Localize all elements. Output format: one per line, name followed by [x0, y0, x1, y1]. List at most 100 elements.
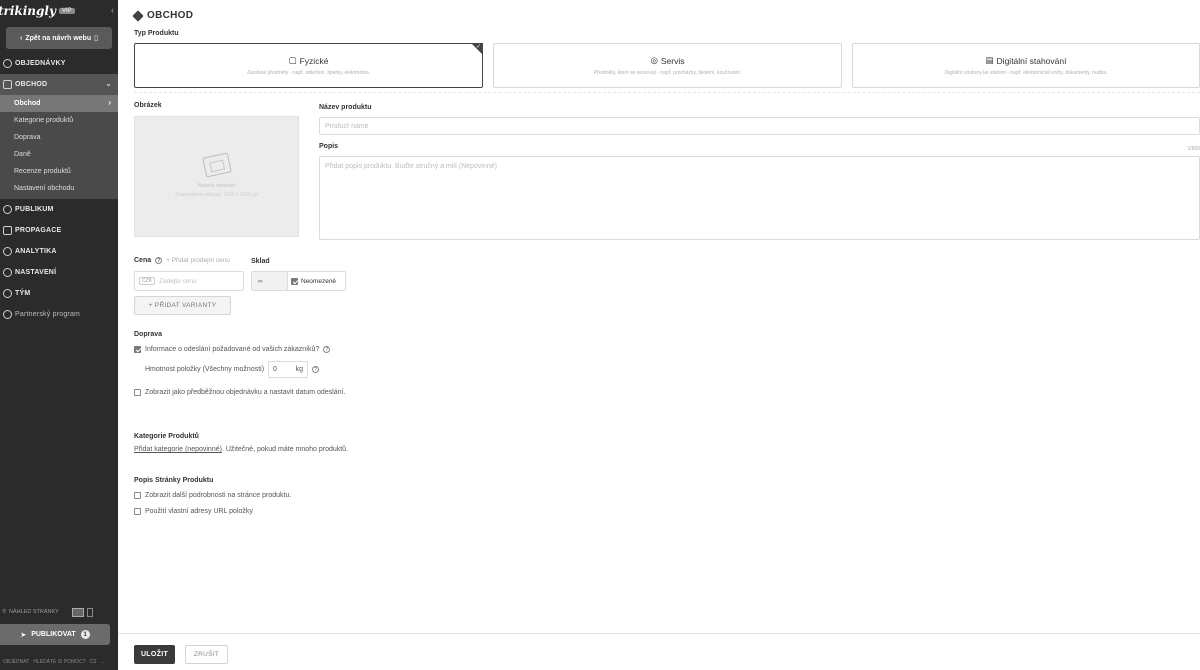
- show-details-checkbox[interactable]: [134, 492, 141, 499]
- publish-button[interactable]: ➤ PUBLIKOVAT 1: [0, 624, 110, 645]
- unlimited-toggle[interactable]: Neomezené: [288, 277, 337, 285]
- file-icon: ▤: [985, 55, 994, 65]
- price-placeholder: Zadejte cenu: [159, 277, 197, 285]
- nav-label: PROPAGACE: [15, 227, 62, 234]
- chevron-down-icon: ⌄: [105, 79, 112, 88]
- nav-partner-program[interactable]: Partnerský program: [0, 304, 118, 325]
- shipping-label: Doprava: [134, 331, 163, 338]
- action-bar: ULOŽIT ZRUŠIT: [118, 633, 1200, 670]
- custom-url-label: Použití vlastní adresy URL položky: [145, 508, 253, 515]
- nav-label: PUBLIKUM: [15, 206, 54, 213]
- page-preview[interactable]: ⚲ NÁHLED STRÁNKY: [0, 605, 118, 619]
- cancel-button[interactable]: ZRUŠIT: [185, 645, 228, 664]
- audience-icon: [3, 205, 12, 214]
- weight-row: Hmotnost položky (Všechny možnosti) 0 kg…: [145, 361, 320, 378]
- main-content: OBCHOD Typ Produktu ▢ Fyzické Zasílané př…: [118, 0, 1200, 670]
- price-row: Cena ? + Přidat prodejní cenu: [134, 257, 230, 264]
- store-subnav: Obchod › Kategorie produktů Doprava Daně…: [0, 95, 118, 199]
- unlimited-label: Neomezené: [301, 277, 337, 285]
- subnav-reviews[interactable]: Recenze produktů: [0, 163, 118, 180]
- shipping-address-checkbox[interactable]: [134, 346, 141, 353]
- weight-unit: kg: [295, 366, 304, 373]
- add-sale-price-link[interactable]: + Přidat prodejní cenu: [166, 257, 230, 264]
- nav-label: OBJEDNÁVKY: [15, 60, 66, 67]
- type-title: Digitální stahování: [996, 55, 1067, 66]
- stock-input: ∞ Neomezené: [251, 271, 346, 291]
- nav-orders[interactable]: OBJEDNÁVKY: [0, 53, 118, 74]
- help-icon[interactable]: ?: [312, 366, 320, 373]
- shipping-address-row[interactable]: Informace o odeslání požadované od vašic…: [134, 346, 331, 353]
- product-type-label: Typ Produktu: [134, 30, 179, 37]
- weight-value: 0: [273, 366, 277, 373]
- brand-logo: trikingly: [0, 4, 56, 18]
- add-variants-button[interactable]: + PŘIDAT VARIANTY: [134, 296, 231, 315]
- nav-analytics[interactable]: ANALYTIKA: [0, 241, 118, 262]
- type-card-physical[interactable]: ▢ Fyzické Zasílané předměty - např. obleč…: [134, 43, 483, 88]
- subnav-store-settings[interactable]: Nastavení obchodu: [0, 180, 118, 197]
- nav-team[interactable]: TÝM: [0, 283, 118, 304]
- cards-divider: [134, 89, 1200, 93]
- nav-promotion[interactable]: PROPAGACE: [0, 220, 118, 241]
- nav-label: Partnerský program: [15, 311, 81, 318]
- chevron-left-icon: ‹: [20, 34, 23, 42]
- language-selector[interactable]: CS: [90, 659, 97, 665]
- publish-count-badge: 1: [80, 630, 90, 639]
- back-label: Zpět na návrh webu: [25, 34, 92, 42]
- description-textarea[interactable]: Přidat popis produktu. Buďte stručný a m…: [319, 156, 1200, 240]
- unlimited-checkbox[interactable]: [291, 277, 298, 285]
- preorder-row[interactable]: Zobrazit jako předběžnou objednávku a na…: [134, 389, 345, 396]
- gear-icon: [3, 268, 12, 277]
- categories-hint: . Užitečné, pokud máte mnoho produktů.: [221, 446, 349, 453]
- desktop-icon[interactable]: [71, 607, 84, 617]
- type-card-service[interactable]: ◎ Servis Předměty, které se rezervují - n…: [493, 43, 842, 88]
- subnav-label: Kategorie produktů: [14, 117, 74, 124]
- nav-settings[interactable]: NASTAVENÍ: [0, 262, 118, 283]
- price-label: Cena: [134, 257, 152, 264]
- box-icon: ▢: [288, 55, 297, 65]
- image-icon: [201, 152, 232, 178]
- checkmark-icon: ✓: [475, 44, 481, 50]
- megaphone-icon: [3, 226, 12, 235]
- type-card-digital[interactable]: ▤ Digitální stahování Digitální soubory k…: [852, 43, 1200, 88]
- publish-label: PUBLIKOVAT: [31, 631, 76, 638]
- image-label: Obrázek: [134, 102, 162, 109]
- stock-value[interactable]: ∞: [252, 272, 288, 290]
- subnav-shipping[interactable]: Doprava: [0, 129, 118, 146]
- footer-upgrade-link[interactable]: OBJEDNAT: [3, 659, 29, 665]
- nav-audience[interactable]: PUBLIKUM: [0, 199, 118, 220]
- mobile-icon[interactable]: [86, 607, 93, 617]
- show-details-row[interactable]: Zobrazit další podrobnosti na stránce pr…: [134, 492, 291, 499]
- collapse-sidebar-icon[interactable]: ‹: [111, 5, 114, 15]
- product-name-input[interactable]: Product name: [319, 117, 1200, 135]
- type-title: Fyzické: [299, 55, 329, 66]
- add-categories-link[interactable]: Přidat kategorie (nepovinné): [134, 446, 222, 453]
- price-input[interactable]: CZK Zadejte cenu: [134, 271, 244, 291]
- preorder-label: Zobrazit jako předběžnou objednávku a na…: [145, 389, 346, 396]
- upload-hint: Doporučená velikost: 1000 x 1000 px: [175, 192, 258, 198]
- custom-url-checkbox[interactable]: [134, 508, 141, 515]
- help-icon[interactable]: ?: [155, 257, 163, 264]
- subnav-taxes[interactable]: Daně: [0, 146, 118, 163]
- subnav-label: Obchod: [14, 100, 41, 107]
- subnav-store[interactable]: Obchod ›: [0, 95, 118, 112]
- back-to-editor-button[interactable]: ‹ Zpět na návrh webu ▯: [6, 27, 112, 49]
- save-button[interactable]: ULOŽIT: [134, 645, 175, 664]
- currency-badge: CZK: [139, 277, 155, 285]
- preorder-checkbox[interactable]: [134, 389, 141, 396]
- weight-input[interactable]: 0 kg: [268, 361, 309, 378]
- subnav-categories[interactable]: Kategorie produktů: [0, 112, 118, 129]
- nav-label: ANALYTIKA: [15, 248, 57, 255]
- nav-store[interactable]: OBCHOD ⌄: [0, 74, 118, 95]
- subnav-label: Recenze produktů: [14, 168, 71, 175]
- sidebar-footer: OBJEDNAT HLEDÁTE SI POMOC? CS ...: [0, 655, 118, 669]
- subnav-label: Daně: [14, 151, 31, 158]
- footer-help-link[interactable]: HLEDÁTE SI POMOC?: [33, 659, 85, 665]
- more-menu-icon[interactable]: ...: [101, 659, 105, 665]
- custom-url-row[interactable]: Použití vlastní adresy URL položky: [134, 508, 253, 515]
- help-icon[interactable]: ?: [323, 346, 331, 353]
- image-upload-area[interactable]: Nahrát obrázek Doporučená velikost: 1000…: [134, 116, 299, 237]
- description-label: Popis: [319, 143, 339, 150]
- team-icon: [3, 289, 12, 298]
- preview-label: NÁHLED STRÁNKY: [9, 609, 59, 615]
- tag-icon: [132, 9, 144, 22]
